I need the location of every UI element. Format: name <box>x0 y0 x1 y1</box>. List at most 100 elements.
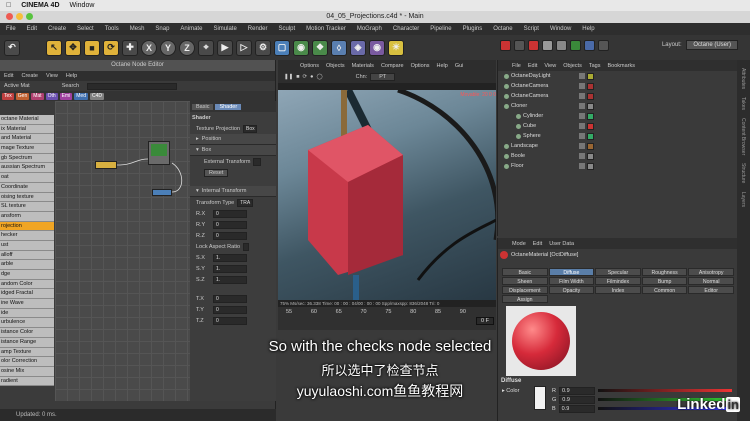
node-list-item[interactable]: radient <box>0 376 54 387</box>
om-menu-view[interactable]: View <box>544 63 556 69</box>
vp-menu-gui[interactable]: Gui <box>455 63 464 69</box>
render-view-icon[interactable]: ▶ <box>217 39 233 56</box>
visibility-toggle[interactable] <box>579 83 585 89</box>
sx-field[interactable]: 1. <box>213 253 247 262</box>
octane-play-icon[interactable] <box>570 40 581 51</box>
material-tab[interactable]: Anisotropy <box>688 268 734 276</box>
menu-animate[interactable]: Animate <box>180 26 202 32</box>
rx-field[interactable]: 0 <box>213 209 247 218</box>
group-box[interactable]: ▾ Box <box>190 145 276 156</box>
chip-tex[interactable]: Tex <box>2 92 14 100</box>
group-internal-transform[interactable]: ▾ Internal Transform <box>190 186 276 197</box>
node-list-item[interactable]: aussian Spectrum <box>0 163 54 174</box>
object-tag-icon[interactable] <box>587 122 594 130</box>
menu-mograph[interactable]: MoGraph <box>357 26 382 32</box>
apple-icon[interactable]:  <box>6 2 11 9</box>
external-transform-toggle[interactable] <box>253 157 262 166</box>
side-tab-layers[interactable]: Layers <box>740 192 746 207</box>
node-list-item[interactable]: amp Texture <box>0 347 54 358</box>
material-tab[interactable]: Basic <box>502 268 548 276</box>
render-settings-icon[interactable]: ⚙ <box>255 39 271 56</box>
menu-render[interactable]: Render <box>248 26 268 32</box>
visibility-toggle[interactable] <box>579 163 585 169</box>
chip-oth[interactable]: Oth <box>45 92 58 100</box>
am-menu-edit[interactable]: Edit <box>533 241 542 247</box>
octane-render-icon[interactable] <box>528 40 539 51</box>
menu-tools[interactable]: Tools <box>105 26 119 32</box>
menu-snap[interactable]: Snap <box>155 26 169 32</box>
vp-menu-objects[interactable]: Objects <box>326 63 345 69</box>
recent-tool-icon[interactable]: ✚ <box>122 39 138 56</box>
refresh-icon[interactable]: ⟳ <box>303 74 308 80</box>
object-row[interactable]: Cube <box>498 121 737 131</box>
object-row[interactable]: Floor <box>498 161 737 171</box>
node-list-item[interactable]: istance Color <box>0 328 54 338</box>
octane-clapper-icon[interactable] <box>514 40 525 51</box>
object-row[interactable]: OctaneCamera <box>498 91 737 101</box>
node-list-item[interactable]: oat <box>0 173 54 183</box>
menu-create[interactable]: Create <box>48 26 66 32</box>
group-position[interactable]: ▸ Position <box>190 134 276 145</box>
node-list-item[interactable]: ix Material <box>0 124 54 135</box>
menu-edit[interactable]: Edit <box>27 26 37 32</box>
select-cursor-icon[interactable]: ↖ <box>46 39 62 56</box>
chip-gen[interactable]: Gen <box>15 92 30 100</box>
tz-field[interactable]: 0 <box>213 316 247 325</box>
attr-tab-shader[interactable]: Shader <box>215 103 242 110</box>
scale-tool-icon[interactable]: ■ <box>84 39 100 56</box>
menu-window[interactable]: Window <box>550 26 571 32</box>
menu-simulate[interactable]: Simulate <box>213 26 236 32</box>
sy-field[interactable]: 1. <box>213 264 247 273</box>
ne-menu-view[interactable]: View <box>46 73 58 79</box>
rotate-tool-icon[interactable]: ⟳ <box>103 39 119 56</box>
camera-icon[interactable]: ◉ <box>369 39 385 56</box>
deformer-icon[interactable]: ◊ <box>331 39 347 56</box>
visibility-toggle[interactable] <box>579 143 585 149</box>
material-tab[interactable]: Index <box>595 286 641 294</box>
material-tab[interactable]: Opacity <box>548 286 595 294</box>
render-view[interactable]: Movable: 20 0 0 <box>278 90 496 300</box>
object-tag-icon[interactable] <box>587 102 594 110</box>
node-list-item[interactable]: ust <box>0 240 54 251</box>
render-picture-icon[interactable]: ▷ <box>236 39 252 56</box>
om-menu-file[interactable]: File <box>512 63 521 69</box>
object-tag-icon[interactable] <box>587 142 594 150</box>
material-tab[interactable]: Diffuse <box>548 268 595 276</box>
vp-menu-help[interactable]: Help <box>437 63 448 69</box>
object-tag-icon[interactable] <box>587 112 594 120</box>
coordinate-system-icon[interactable]: ⌖ <box>198 39 214 56</box>
node-list-item[interactable]: alloff <box>0 250 54 261</box>
vp-menu-materials[interactable]: Materials <box>352 63 374 69</box>
layout-dropdown[interactable]: Octane (User) <box>686 40 738 50</box>
visibility-toggle[interactable] <box>579 113 585 119</box>
close-window-icon[interactable] <box>6 13 13 20</box>
om-menu-edit[interactable]: Edit <box>528 63 537 69</box>
subdivision-icon[interactable]: ◉ <box>293 39 309 56</box>
material-tab[interactable]: Common <box>641 286 688 294</box>
cube-primitive-icon[interactable]: ▢ <box>274 39 290 56</box>
vp-menu-options-2[interactable]: Options <box>411 63 430 69</box>
lock-icon[interactable]: ● <box>310 74 313 80</box>
menu-plugins[interactable]: Plugins <box>463 26 483 32</box>
node-list-item[interactable]: mage Texture <box>0 144 54 154</box>
material-tab[interactable]: Bump <box>641 277 688 285</box>
object-row[interactable]: Landscape <box>498 141 737 151</box>
side-tab-attributes[interactable]: Attributes <box>740 68 746 89</box>
object-row[interactable]: Boole <box>498 151 737 161</box>
pause-icon[interactable]: ❚❚ <box>284 74 293 80</box>
node-list-item[interactable]: ansform <box>0 211 54 222</box>
menu-help[interactable]: Help <box>582 26 594 32</box>
lock-aspect-checkbox[interactable] <box>243 242 250 251</box>
material-tab[interactable]: Filmindex <box>595 277 641 285</box>
visibility-toggle[interactable] <box>579 73 585 79</box>
reset-button[interactable]: Reset <box>204 168 229 177</box>
om-menu-tags[interactable]: Tags <box>589 63 601 69</box>
zoom-window-icon[interactable] <box>26 13 33 20</box>
environment-icon[interactable]: ◈ <box>350 39 366 56</box>
search-input[interactable] <box>87 82 178 90</box>
node-list-item[interactable]: osine Mix <box>0 366 54 377</box>
side-tab-structure[interactable]: Structure <box>740 163 746 183</box>
am-menu-mode[interactable]: Mode <box>512 241 526 247</box>
node-list-item[interactable]: olor Correction <box>0 357 54 367</box>
active-mat-toggle[interactable]: Active Mat <box>4 83 30 89</box>
